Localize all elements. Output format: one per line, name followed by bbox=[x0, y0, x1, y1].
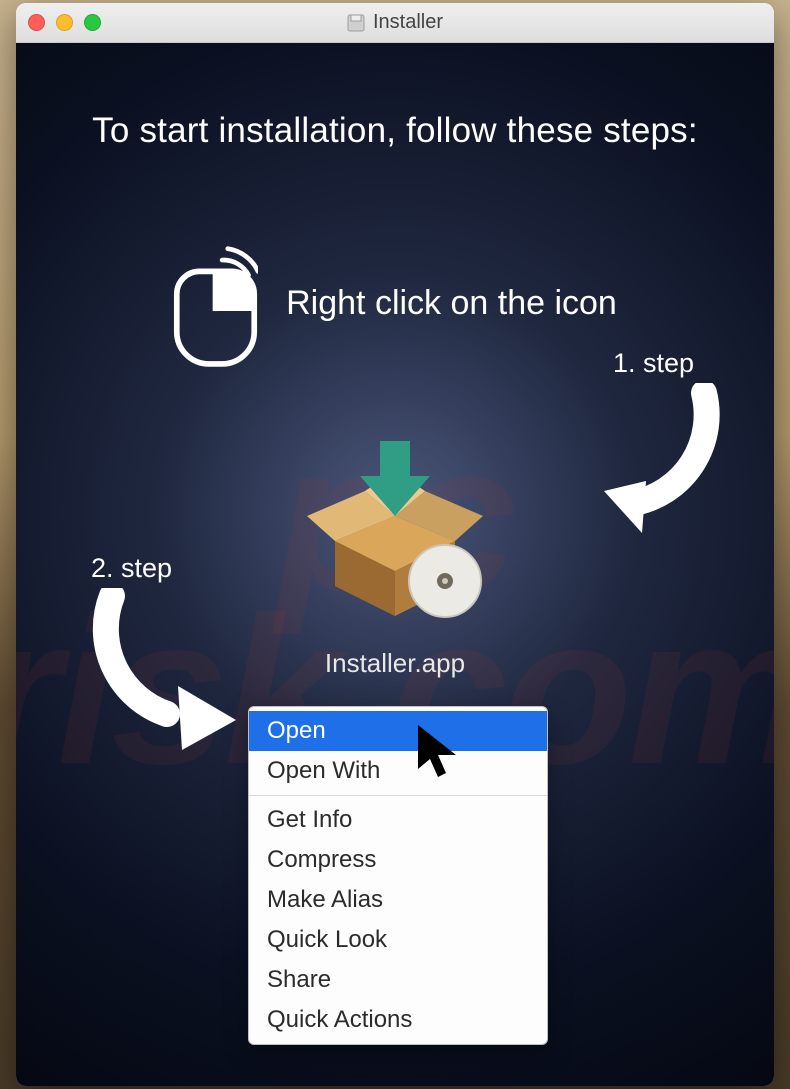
menu-item-open[interactable]: Open bbox=[249, 711, 547, 751]
cursor-icon bbox=[416, 723, 466, 783]
app-name-label: Installer.app bbox=[325, 648, 465, 679]
menu-item-make-alias[interactable]: Make Alias bbox=[249, 880, 547, 920]
mouse-right-click-icon bbox=[173, 236, 258, 371]
close-button[interactable] bbox=[28, 14, 45, 31]
window-title-text: Installer bbox=[373, 11, 443, 34]
menu-item-compress[interactable]: Compress bbox=[249, 840, 547, 880]
installer-app-icon bbox=[295, 421, 495, 621]
step1-label: 1. step bbox=[613, 348, 694, 379]
menu-item-open-with[interactable]: Open With bbox=[249, 751, 547, 791]
window-title: Installer bbox=[16, 11, 774, 34]
menu-item-quick-actions[interactable]: Quick Actions bbox=[249, 1000, 547, 1040]
content-area: pc risk.com To start installation, follo… bbox=[16, 43, 774, 1086]
arrow-step2-icon bbox=[86, 588, 246, 753]
disk-icon bbox=[347, 14, 365, 32]
arrow-step1-icon bbox=[586, 383, 726, 543]
instruction-heading: To start installation, follow these step… bbox=[16, 43, 774, 151]
menu-separator bbox=[249, 795, 547, 796]
step-instruction-text: Right click on the icon bbox=[286, 284, 617, 323]
installer-window: Installer pc risk.com To start installat… bbox=[16, 3, 774, 1086]
minimize-button[interactable] bbox=[56, 14, 73, 31]
context-menu: Open Open With Get Info Compress Make Al… bbox=[248, 706, 548, 1045]
menu-item-share[interactable]: Share bbox=[249, 960, 547, 1000]
menu-item-quick-look[interactable]: Quick Look bbox=[249, 920, 547, 960]
step2-label: 2. step bbox=[91, 553, 172, 584]
menu-item-get-info[interactable]: Get Info bbox=[249, 800, 547, 840]
traffic-lights bbox=[28, 14, 101, 31]
title-bar: Installer bbox=[16, 3, 774, 43]
zoom-button[interactable] bbox=[84, 14, 101, 31]
